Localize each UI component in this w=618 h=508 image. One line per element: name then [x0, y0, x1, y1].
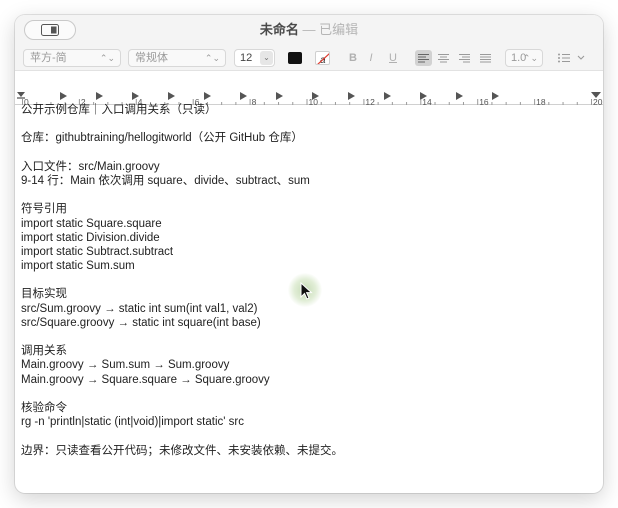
align-center-icon [438, 54, 449, 63]
title-bar: 未命名 — 已编辑 [15, 15, 603, 45]
edit-status: 已编辑 [319, 22, 359, 37]
tab-stop-marker[interactable] [384, 92, 391, 100]
document-line: 调用关系 [21, 345, 67, 358]
document-line: 边界：只读查看公开代码；未修改文件、未安装依赖、未提交。 [21, 444, 343, 457]
no-highlight-icon: a [317, 53, 329, 64]
align-center-button[interactable] [435, 50, 452, 66]
pointer-arrow-icon [300, 281, 313, 300]
document-line: src/Square.groovy → static int square(in… [21, 316, 261, 329]
font-family-select[interactable]: 苹方-简 ⌃⌄ [23, 49, 121, 67]
justify-button[interactable] [477, 50, 494, 66]
document-line: import static Sum.sum [21, 260, 135, 273]
bulleted-list-icon [558, 53, 585, 63]
list-style-button[interactable] [555, 50, 589, 66]
tab-stop-marker[interactable] [276, 92, 283, 100]
font-size-field[interactable]: 12 ⌄ [234, 49, 275, 67]
document-line: 公开示例仓库｜入口调用关系（只读） [21, 104, 217, 116]
title-separator: — [302, 22, 316, 37]
ruler[interactable]: 0 2 4 6 8 10 12 14 16 18 20 [15, 72, 603, 107]
document-line: import static Subtract.subtract [21, 245, 174, 258]
document-line: rg -n 'println|static (int|void)|import … [21, 416, 244, 429]
mouse-cursor [288, 273, 322, 307]
font-style-select[interactable]: 常规体 ⌃⌄ [128, 49, 226, 67]
document-name: 未命名 [259, 22, 299, 37]
stepper-arrows-icon: ⌃⌄ [99, 53, 115, 63]
highlight-color-button[interactable]: a [315, 51, 330, 65]
italic-button[interactable]: I [363, 50, 379, 66]
justify-icon [480, 54, 491, 63]
align-right-button[interactable] [456, 50, 473, 66]
underline-button[interactable]: U [385, 50, 401, 66]
tab-stop-marker[interactable] [492, 92, 499, 100]
stepper-arrows-icon: ⌃⌄ [204, 53, 220, 63]
font-style-value: 常规体 [135, 52, 168, 64]
tab-stop-marker[interactable] [60, 92, 67, 100]
font-size-value: 12 [240, 52, 253, 64]
line-spacing-select[interactable]: 1.0 ⌃⌄ [505, 49, 543, 67]
document-line: 核验命令 [21, 401, 67, 414]
document-line: 仓库：githubtraining/hellogitworld（公开 GitHu… [21, 132, 303, 145]
tab-stop-marker[interactable] [348, 92, 355, 100]
tab-stop-marker[interactable] [204, 92, 211, 100]
text-editor-window: 未命名 — 已编辑 苹方-简 ⌃⌄ 常规体 ⌃⌄ 12 ⌄ a B I U [15, 15, 603, 493]
align-right-icon [459, 54, 470, 63]
document-line: 符号引用 [21, 203, 67, 216]
document-line: 9-14 行：Main 依次调用 square、divide、subtract、… [21, 174, 310, 187]
document-line: 入口文件：src/Main.groovy [21, 160, 160, 173]
ruler-label: 20 [593, 97, 603, 105]
tab-stop-marker[interactable] [168, 92, 175, 100]
text-color-swatch[interactable] [288, 52, 302, 64]
document-line: import static Division.divide [21, 231, 160, 244]
bold-button[interactable]: B [345, 50, 361, 66]
tab-stop-marker[interactable] [456, 92, 463, 100]
document-line: import static Square.square [21, 217, 162, 230]
align-left-button[interactable] [415, 50, 432, 66]
font-family-value: 苹方-简 [30, 52, 67, 64]
tab-stop-marker[interactable] [96, 92, 103, 100]
stepper-arrows-icon: ⌃⌄ [522, 53, 538, 63]
document-line: Main.groovy → Square.square → Square.gro… [21, 373, 270, 386]
document-line: Main.groovy → Sum.sum → Sum.groovy [21, 359, 230, 372]
tab-stop-marker[interactable] [240, 92, 247, 100]
chevron-down-icon[interactable]: ⌄ [260, 51, 273, 65]
window-title: 未命名 — 已编辑 [15, 22, 603, 38]
align-left-icon [418, 54, 429, 63]
format-toolbar: 苹方-简 ⌃⌄ 常规体 ⌃⌄ 12 ⌄ a B I U [15, 45, 603, 71]
